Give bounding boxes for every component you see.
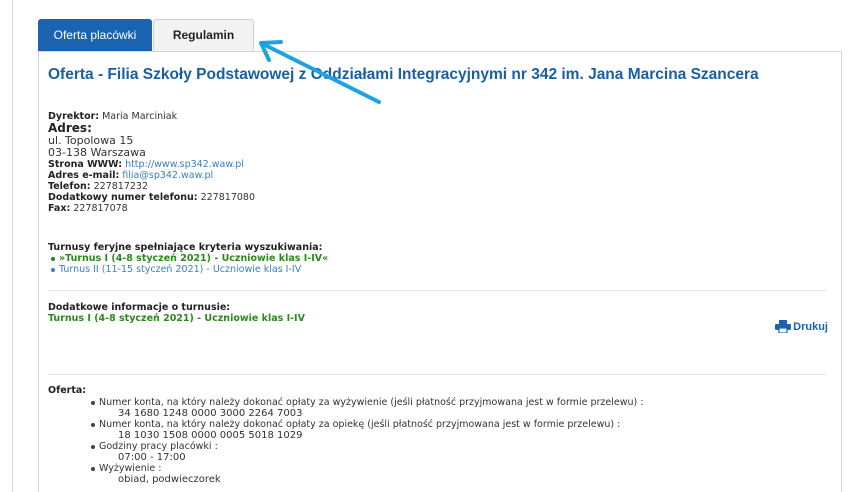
turnus-item-selected: »Turnus I (4-8 styczeń 2021) - Uczniowie… — [51, 253, 328, 264]
page-title: Oferta - Filia Szkoły Podstawowej z Oddz… — [48, 66, 759, 83]
oferta-item: Numer konta, na który należy dokonać opł… — [48, 419, 643, 430]
dodatkowe-heading: Dodatkowe informacje o turnusie: — [48, 302, 231, 313]
print-label: Drukuj — [793, 320, 828, 333]
content-panel: Oferta - Filia Szkoły Podstawowej z Oddz… — [38, 51, 842, 492]
turnusy-list: »Turnus I (4-8 styczeń 2021) - Uczniowie… — [51, 253, 328, 275]
print-button[interactable]: Drukuj — [775, 320, 828, 333]
telefon-label: Telefon: — [48, 181, 91, 192]
fax-value: 227817078 — [73, 203, 128, 214]
annotation-arrow-icon — [259, 40, 381, 104]
turnus-item[interactable]: Turnus II (11-15 styczeń 2021) - Uczniow… — [51, 264, 328, 275]
bullet-icon — [91, 400, 95, 405]
fax-label: Fax: — [48, 203, 71, 214]
telefon-value: 227817232 — [93, 181, 149, 192]
tab-bar: Oferta placówki Regulamin — [38, 19, 254, 51]
bullet-icon — [51, 267, 55, 272]
email-link[interactable]: filia@sp342.waw.pl — [122, 170, 213, 181]
oferta-item: Numer konta, na który należy dokonać opł… — [48, 397, 643, 408]
oferta-item-label: Numer konta, na który należy dokonać opł… — [99, 397, 644, 408]
email-label: Adres e-mail: — [48, 170, 120, 181]
dodatkowy-telefon-label: Dodatkowy numer telefonu: — [48, 192, 198, 203]
bullet-icon — [91, 422, 95, 427]
facility-info: Dyrektor: Maria Marciniak Adres: ul. Top… — [48, 111, 255, 214]
www-label: Strona WWW: — [48, 159, 123, 170]
oferta-item-label: Wyżywienie : — [99, 463, 162, 474]
turnusy-section: Turnusy feryjne spełniające kryteria wys… — [48, 242, 328, 275]
oferta-heading: Oferta: — [48, 385, 87, 396]
tab-regulamin[interactable]: Regulamin — [153, 19, 254, 51]
printer-icon — [775, 320, 792, 333]
oferta-item-value: 07:00 - 17:00 — [118, 452, 186, 463]
oferta-item: Godziny pracy placówki : — [48, 441, 643, 452]
bullet-icon — [91, 466, 95, 471]
bullet-icon — [91, 444, 95, 449]
left-border-line — [12, 0, 13, 492]
turnus-link[interactable]: Turnus II (11-15 styczeń 2021) - Uczniow… — [59, 264, 301, 275]
dyrektor-value: Maria Marciniak — [102, 111, 178, 122]
dodatkowe-turnus: Turnus I (4-8 styczeń 2021) - Uczniowie … — [48, 313, 305, 324]
dodatkowe-info-section: Dodatkowe informacje o turnusie: Turnus … — [48, 302, 305, 324]
oferta-item: Wyżywienie : — [48, 463, 643, 474]
tab-oferta-placowki[interactable]: Oferta placówki — [38, 19, 152, 51]
divider — [48, 374, 826, 375]
turnus-label: »Turnus I (4-8 styczeń 2021) - Uczniowie… — [59, 253, 329, 264]
oferta-section: Oferta: Numer konta, na który należy dok… — [48, 385, 643, 485]
dodatkowy-telefon-value: 227817080 — [200, 192, 255, 203]
adres-line2: 03-138 Warszawa — [48, 146, 146, 159]
oferta-item-value: 18 1030 1508 0000 0005 5018 1029 — [118, 430, 303, 441]
divider — [48, 290, 826, 291]
bullet-icon — [51, 256, 55, 261]
www-link[interactable]: http://www.sp342.waw.pl — [125, 159, 244, 170]
oferta-item-label: Godziny pracy placówki : — [99, 441, 218, 452]
oferta-item-value: obiad, podwieczorek — [118, 474, 221, 485]
oferta-item-label: Numer konta, na który należy dokonać opł… — [99, 419, 621, 430]
turnusy-heading: Turnusy feryjne spełniające kryteria wys… — [48, 242, 323, 253]
oferta-item-value: 34 1680 1248 0000 3000 2264 7003 — [118, 408, 303, 419]
